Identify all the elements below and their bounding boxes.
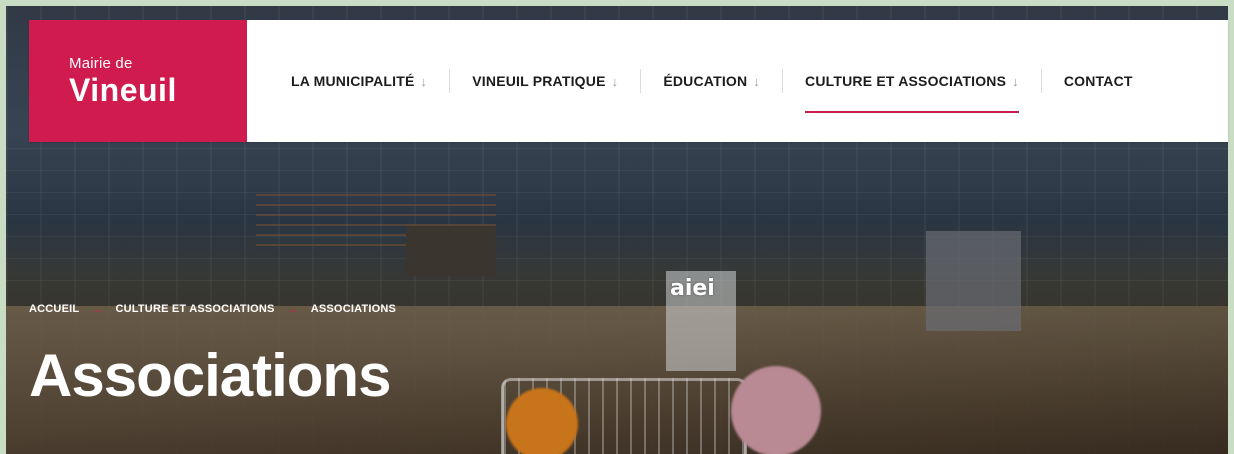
hero-stand <box>926 231 1021 331</box>
nav-item-education[interactable]: ÉDUCATION ↓ <box>663 61 760 101</box>
arrow-right-icon: → <box>286 302 299 316</box>
hero-wall <box>6 141 1228 281</box>
nav-item-label: VINEUIL PRATIQUE <box>472 73 606 89</box>
nav-divider <box>640 69 642 93</box>
nav-divider <box>782 69 784 93</box>
arrow-right-icon: → <box>91 302 104 316</box>
site-logo[interactable]: Mairie de Vineuil <box>29 20 247 142</box>
hero-stand <box>406 226 496 276</box>
page-title: Associations <box>29 342 391 409</box>
site-header: Mairie de Vineuil LA MUNICIPALITÉ ↓ VINE… <box>29 20 1228 142</box>
hero-orange-balloon <box>506 388 578 454</box>
hero-sign-label: aiei <box>670 276 715 301</box>
breadcrumb-link-culture-et-associations[interactable]: CULTURE ET ASSOCIATIONS <box>116 303 275 315</box>
breadcrumb-link-accueil[interactable]: ACCUEIL <box>29 303 79 315</box>
hero-pink-balloon <box>731 366 821 454</box>
logo-line-2: Vineuil <box>69 72 177 108</box>
breadcrumb-current: ASSOCIATIONS <box>310 303 397 315</box>
arrow-down-icon: ↓ <box>753 73 761 89</box>
arrow-down-icon: ↓ <box>611 73 619 89</box>
nav-item-culture-et-associations[interactable]: CULTURE ET ASSOCIATIONS ↓ <box>805 61 1019 113</box>
nav-divider <box>1040 69 1042 93</box>
breadcrumb: ACCUEIL → CULTURE ET ASSOCIATIONS → ASSO… <box>29 302 396 316</box>
logo-line-1: Mairie de <box>69 55 133 72</box>
nav-divider <box>449 69 451 93</box>
arrow-down-icon: ↓ <box>1012 73 1019 89</box>
nav-item-label: LA MUNICIPALITÉ <box>291 73 415 89</box>
nav-item-label: CONTACT <box>1063 73 1133 89</box>
nav-item-la-municipalite[interactable]: LA MUNICIPALITÉ ↓ <box>291 61 427 101</box>
nav-item-label: CULTURE ET ASSOCIATIONS <box>805 73 1007 89</box>
arrow-down-icon: ↓ <box>420 73 428 89</box>
main-nav: LA MUNICIPALITÉ ↓ VINEUIL PRATIQUE ↓ ÉDU… <box>247 20 1228 142</box>
nav-item-vineuil-pratique[interactable]: VINEUIL PRATIQUE ↓ <box>472 61 618 101</box>
nav-item-label: ÉDUCATION <box>663 73 748 89</box>
nav-item-contact[interactable]: CONTACT <box>1064 61 1133 101</box>
